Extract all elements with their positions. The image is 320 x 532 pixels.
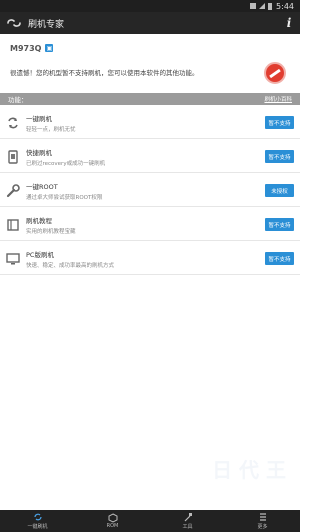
device-row: M973Q ▣ xyxy=(10,42,54,54)
app-title: 刷机专家 xyxy=(28,19,65,30)
features-heading: 功能： xyxy=(8,96,28,104)
nav-label: 工具 xyxy=(182,523,193,530)
feature-list: 一键刷机 轻轻一点，刷机无忧 暂不支持 快捷刷机 已刷过recovery或成功一… xyxy=(0,108,300,278)
item-name: PC版刷机 xyxy=(26,251,54,259)
item-name: 刷机教程 xyxy=(26,217,52,225)
list-item[interactable]: 一键刷机 轻轻一点，刷机无忧 暂不支持 xyxy=(0,108,300,139)
nav-flash[interactable]: 一键刷机 xyxy=(8,510,68,532)
wifi-icon xyxy=(259,3,266,9)
status-button[interactable]: 暂不支持 xyxy=(265,252,294,265)
nav-rom[interactable]: ROM xyxy=(83,510,143,532)
list-item[interactable]: 快捷刷机 已刷过recovery或成功一键刷机 暂不支持 xyxy=(0,142,300,173)
status-button[interactable]: 暂不支持 xyxy=(265,116,294,129)
features-header: 功能： 刷机小百科 xyxy=(0,93,300,105)
item-desc: 通过卓大师尝试获取ROOT权限 xyxy=(26,195,103,201)
item-desc: 轻轻一点，刷机无忧 xyxy=(26,127,76,133)
prohibited-icon xyxy=(264,62,286,84)
recycle-icon xyxy=(6,116,20,130)
menu-icon xyxy=(258,513,268,522)
status-time: 5:44 xyxy=(276,1,294,11)
battery-icon xyxy=(268,2,273,10)
app-logo-icon xyxy=(2,12,26,34)
wrench-icon xyxy=(6,184,20,198)
signal-icon xyxy=(250,3,257,9)
help-link[interactable]: 刷机小百科 xyxy=(264,95,292,103)
status-button[interactable]: 暂不支持 xyxy=(265,218,294,231)
item-name: 快捷刷机 xyxy=(26,149,52,157)
item-desc: 实用的刷机教程宝藏 xyxy=(26,229,76,235)
item-name: 一键ROOT xyxy=(26,183,58,191)
refresh-icon xyxy=(33,513,43,522)
nav-label: ROM xyxy=(106,523,119,529)
item-desc: 快速、稳定、成功率最高的刷机方式 xyxy=(26,263,115,269)
nav-tools[interactable]: 工具 xyxy=(158,510,218,532)
book-icon xyxy=(6,218,20,232)
status-button[interactable]: 未授权 xyxy=(265,184,294,197)
item-name: 一键刷机 xyxy=(26,115,52,123)
cube-icon xyxy=(108,512,118,523)
phone-icon xyxy=(6,150,20,164)
hammer-icon xyxy=(183,513,193,522)
watermark: 日 代 王 xyxy=(212,458,286,482)
phone-badge-icon: ▣ xyxy=(45,44,54,52)
status-button[interactable]: 暂不支持 xyxy=(265,150,294,163)
device-model: M973Q xyxy=(10,43,42,53)
info-icon[interactable]: i xyxy=(278,12,300,34)
nav-label: 一键刷机 xyxy=(27,523,48,530)
bottom-nav: 一键刷机 ROM 工具 更多 xyxy=(0,510,300,532)
title-bar: 刷机专家 i xyxy=(0,12,300,34)
nav-label: 更多 xyxy=(257,523,268,530)
item-desc: 已刷过recovery或成功一键刷机 xyxy=(26,161,106,167)
list-item[interactable]: 一键ROOT 通过卓大师尝试获取ROOT权限 未授权 xyxy=(0,176,300,207)
nav-more[interactable]: 更多 xyxy=(233,510,293,532)
list-item[interactable]: 刷机教程 实用的刷机教程宝藏 暂不支持 xyxy=(0,210,300,241)
status-bar: 5:44 xyxy=(0,0,300,12)
unsupported-warning: 很遗憾！您的机型暂不支持刷机，您可以使用本软件的其他功能。 xyxy=(10,69,199,77)
list-item[interactable]: PC版刷机 快速、稳定、成功率最高的刷机方式 暂不支持 xyxy=(0,244,300,275)
monitor-icon xyxy=(6,252,20,266)
status-icons xyxy=(250,2,273,10)
